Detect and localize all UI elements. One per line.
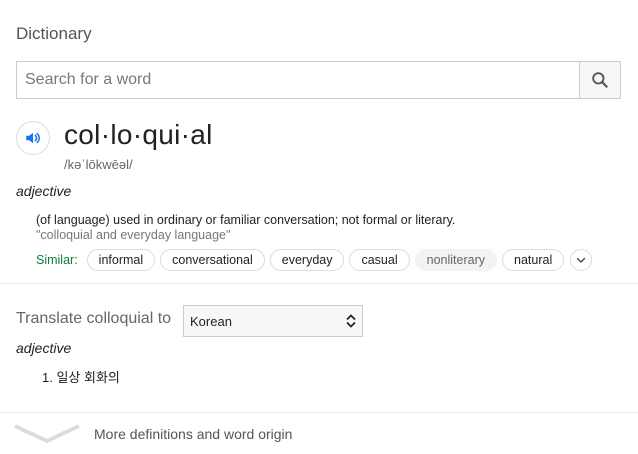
language-select[interactable]: Korean [183, 305, 363, 337]
phonetic-spelling: /kəˈlōkwēəl/ [64, 157, 133, 172]
translation-item: 1. 일상 회화의 [42, 370, 120, 385]
speaker-icon [26, 132, 40, 144]
expand-definitions-button[interactable] [14, 421, 80, 450]
similar-chip-conversational[interactable]: conversational [160, 249, 265, 271]
translate-label: Translate colloquial to [16, 310, 172, 327]
example-sentence: "colloquial and everyday language" [36, 228, 231, 242]
headword: col·lo·qui·al [64, 119, 213, 150]
chevron-down-icon [577, 257, 586, 263]
definition: (of language) used in ordinary or famili… [36, 213, 456, 227]
similar-chip-natural[interactable]: natural [502, 249, 565, 271]
similar-label: Similar: [36, 253, 78, 267]
section-divider [0, 283, 638, 284]
select-arrows-icon [346, 314, 356, 328]
dictionary-title: Dictionary [16, 24, 92, 43]
search-icon [592, 72, 608, 88]
pronunciation-button[interactable] [16, 121, 50, 155]
similar-chip-nonliterary: nonliterary [414, 249, 497, 271]
similar-chip-informal[interactable]: informal [86, 249, 156, 271]
expand-similar-button[interactable] [570, 249, 593, 271]
search-button[interactable] [579, 62, 620, 98]
translation-part-of-speech: adjective [16, 340, 72, 356]
language-select-value: Korean [190, 313, 232, 329]
similar-chip-casual[interactable]: casual [349, 249, 410, 271]
search-input[interactable] [17, 62, 579, 98]
search-box [16, 61, 621, 99]
part-of-speech: adjective [16, 183, 72, 199]
similar-chip-everyday[interactable]: everyday [269, 249, 345, 271]
footer-divider [0, 412, 638, 413]
more-definitions-link[interactable]: More definitions and word origin [94, 426, 292, 442]
chevron-down-icon [14, 424, 80, 443]
similar-words: Similar: informal conversational everyda… [36, 249, 593, 271]
